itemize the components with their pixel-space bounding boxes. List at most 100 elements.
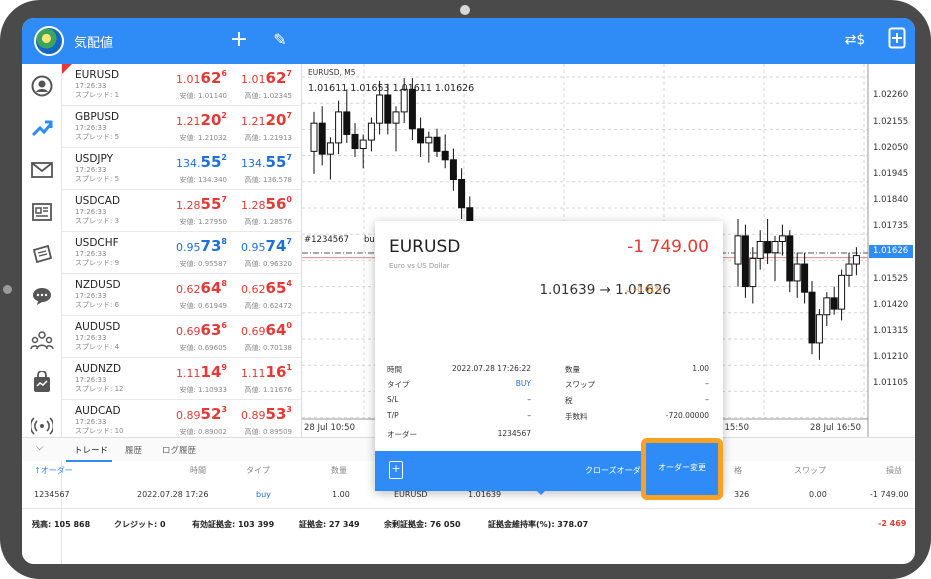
chevron-down-icon: ⌄ <box>625 285 632 294</box>
row-order[interactable]: 1234567 <box>34 490 70 499</box>
column-header-volume[interactable]: 数量 <box>331 465 347 476</box>
mail-icon[interactable] <box>26 154 58 186</box>
quote-ask: 0.95747 <box>212 237 292 255</box>
quote-spread: スプレッド: 3 <box>75 217 120 225</box>
column-header-type[interactable]: タイプ <box>246 465 270 476</box>
popup-pointer <box>534 488 548 495</box>
column-header-order[interactable]: ↑オーダー <box>34 465 73 476</box>
quote-spread: スプレッド: 1 <box>75 91 120 99</box>
ask-main: 1.11 <box>241 367 266 380</box>
ask-sup: 3 <box>286 405 292 414</box>
quote-symbol: AUDNZD <box>75 363 122 375</box>
quote-row[interactable]: EURUSD 17:26:33 スプレッド: 1 1.01626 1.01627 安値: … <box>62 64 301 106</box>
tab-history[interactable]: 履歴 <box>125 444 142 456</box>
popup-label-tp: T/P <box>387 411 399 420</box>
column-header-swap[interactable]: スワップ <box>794 465 826 476</box>
quote-row[interactable]: AUDCAD 17:26:33 スプレッド: 10 0.89523 0.89533 安値:… <box>62 400 301 437</box>
quote-ask: 0.62654 <box>212 279 292 297</box>
row-price: 1.01639 <box>468 490 502 499</box>
column-header-profit[interactable]: 損益 <box>886 465 902 476</box>
ask-big: 53 <box>265 405 287 423</box>
quotes-trend-icon[interactable] <box>26 112 58 144</box>
popup-label-order: オーダー <box>387 430 417 439</box>
quotes-list: EURUSD 17:26:33 スプレッド: 1 1.01626 1.01627 安値: … <box>62 64 302 437</box>
quote-spread: スプレッド: 5 <box>75 175 120 183</box>
quote-high: 高値: 136.578 <box>244 176 292 184</box>
quote-high: 高値: 0.70138 <box>244 344 292 352</box>
popup-label-sl: S/L <box>387 395 399 404</box>
quote-row[interactable]: GBPUSD 17:26:33 スプレッド: 5 1.21202 1.21207 安値: … <box>62 106 301 148</box>
current-price-tag: 1.01626 <box>869 245 913 258</box>
quote-high: 高値: 1.11676 <box>244 386 292 394</box>
ask-main: 134. <box>241 157 266 170</box>
quote-row[interactable]: AUDUSD 17:26:33 スプレッド: 4 0.69636 0.69640 安値: … <box>62 316 301 358</box>
new-order-icon[interactable]: + <box>389 461 403 479</box>
candle <box>778 235 786 243</box>
price-axis-label: 1.01315 <box>873 326 909 336</box>
popup-value-sl: – <box>527 395 531 404</box>
account-icon[interactable] <box>26 70 58 102</box>
quote-symbol: GBPUSD <box>75 111 120 123</box>
tablet-frame: 気配値 + ✎ ⇄$ EURUSD 17:26:33 スプレッド: 1 1.01… <box>0 0 931 579</box>
quote-high: 高値: 0.96320 <box>244 260 292 268</box>
chat-icon[interactable] <box>26 280 58 312</box>
quote-time: 17:26:33 <box>75 82 107 90</box>
side-button <box>3 285 12 294</box>
candle <box>318 122 326 155</box>
quote-symbol: AUDCAD <box>75 405 121 417</box>
ask-main: 0.89 <box>241 409 266 422</box>
quote-row[interactable]: USDCHF 17:26:33 スプレッド: 9 0.95738 0.95747 安値: … <box>62 232 301 274</box>
tab-log-history[interactable]: ログ履歴 <box>162 444 196 456</box>
price-axis-label: 1.01420 <box>873 300 909 310</box>
ask-big: 62 <box>265 69 287 87</box>
ask-big: 56 <box>265 195 287 213</box>
quote-spread: スプレッド: 4 <box>75 343 120 351</box>
popup-label-type: タイプ <box>387 380 410 389</box>
community-icon[interactable] <box>26 324 58 356</box>
ask-sup: 7 <box>286 111 292 120</box>
tab-trade[interactable]: トレード <box>74 444 108 456</box>
collapse-chevron-icon[interactable]: ⌵ <box>36 442 44 453</box>
quote-row[interactable]: USDJPY 17:26:33 スプレッド: 5 134.552 134.557 安値: … <box>62 148 301 190</box>
app-logo-icon <box>34 26 64 56</box>
column-header-price[interactable]: 格 <box>734 465 742 476</box>
ask-main: 0.69 <box>241 325 266 338</box>
quote-high: 高値: 0.89509 <box>244 428 292 436</box>
candle <box>786 235 794 282</box>
market-bag-icon[interactable] <box>26 366 58 398</box>
column-header-time[interactable]: 時間 <box>190 465 206 476</box>
bid-main: 1.01 <box>176 73 201 86</box>
currency-swap-icon[interactable]: ⇄$ <box>842 27 868 53</box>
quote-ask: 1.11161 <box>212 363 292 381</box>
bid-main: 1.21 <box>176 115 201 128</box>
popup-value-tax: – <box>705 395 709 404</box>
modify-order-button[interactable]: オーダー変更 <box>641 438 723 500</box>
candle <box>343 111 351 135</box>
quote-time: 17:26:33 <box>75 418 107 426</box>
ask-sup: 0 <box>286 195 292 204</box>
candle <box>852 255 860 265</box>
bid-main: 134. <box>176 157 201 170</box>
row-current-price: 326 <box>734 490 750 499</box>
quote-row[interactable]: NZDUSD 17:26:33 スプレッド: 6 0.62648 0.62654 安値: … <box>62 274 301 316</box>
quote-spread: スプレッド: 6 <box>75 301 120 309</box>
popup-profit: -1 749.00 <box>627 237 709 257</box>
side-navigation <box>22 64 62 564</box>
edit-pencil-icon[interactable]: ✎ <box>267 27 293 53</box>
price-axis-label: 1.01210 <box>873 352 909 362</box>
add-symbol-icon[interactable]: + <box>226 27 252 53</box>
price-axis-label: 1.02260 <box>873 90 909 100</box>
quote-time: 17:26:33 <box>75 292 107 300</box>
quote-row[interactable]: USDCAD 17:26:33 スプレッド: 3 1.28557 1.28560 安値: … <box>62 190 301 232</box>
time-label: 28 Jul 16:50 <box>810 423 861 433</box>
calendar-icon[interactable] <box>26 238 58 270</box>
quote-ask: 1.28560 <box>212 195 292 213</box>
candle <box>801 263 809 293</box>
new-order-icon[interactable] <box>884 27 910 56</box>
close-order-button[interactable]: クローズオーダ <box>585 465 641 476</box>
summary-balance: 残高: 105 868 <box>32 520 91 529</box>
row-swap: 0.00 <box>809 490 827 499</box>
quote-row[interactable]: AUDNZD 17:26:33 スプレッド: 12 1.11149 1.11161 安値:… <box>62 358 301 400</box>
news-icon[interactable] <box>26 196 58 228</box>
candle <box>823 297 831 316</box>
